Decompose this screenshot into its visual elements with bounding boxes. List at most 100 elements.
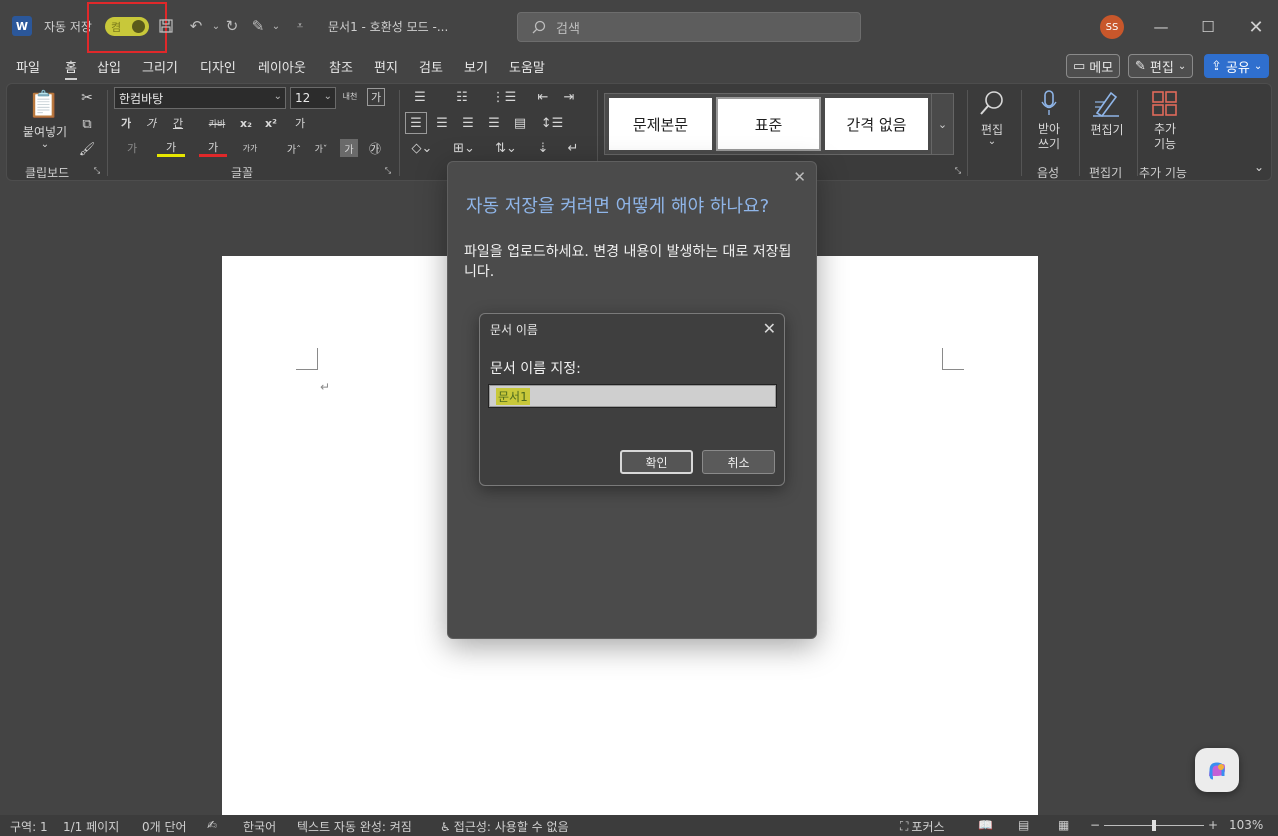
editor-button-label[interactable]: 편집기 <box>1085 122 1129 137</box>
format-painter-icon[interactable]: 🖌 <box>77 139 97 159</box>
enclose-characters-button[interactable]: ㉮ <box>366 139 384 157</box>
subscript-button[interactable]: x₂ <box>235 114 257 132</box>
tab-insert[interactable]: 삽입 <box>97 57 121 76</box>
proofing-icon[interactable]: ✍ <box>207 818 217 832</box>
align-center-icon[interactable]: ☰ <box>431 112 453 134</box>
line-spacing-icon[interactable]: ↕☰ <box>537 112 567 134</box>
bullets-icon[interactable]: ☰ <box>405 88 435 106</box>
style-tile[interactable]: 간격 없음 <box>825 98 928 150</box>
maximize-icon[interactable]: ☐ <box>1195 14 1221 40</box>
zoom-in-icon[interactable]: + <box>1208 818 1218 832</box>
section-indicator[interactable]: 구역: 1 <box>10 818 48 835</box>
tab-review[interactable]: 검토 <box>419 57 443 76</box>
editing-mode-button[interactable]: ✎ 편집 ⌄ <box>1128 54 1194 78</box>
format-dropdown-icon[interactable]: ⌄ <box>266 16 286 36</box>
grow-font-button[interactable]: 가ˆ <box>283 139 305 157</box>
tab-view[interactable]: 보기 <box>464 57 488 76</box>
find-icon[interactable] <box>977 88 1007 118</box>
styles-more-icon[interactable]: ⌄ <box>931 94 953 154</box>
ok-button[interactable]: 확인 <box>620 450 693 474</box>
font-size-select[interactable]: 12 ⌄ <box>290 87 336 109</box>
underline-button[interactable]: 간 <box>167 114 189 132</box>
undo-icon[interactable]: ↶ <box>186 16 206 36</box>
tab-references[interactable]: 참조 <box>329 57 353 76</box>
cut-icon[interactable]: ✂ <box>77 88 97 108</box>
style-tile[interactable]: 문제본문 <box>609 98 712 150</box>
user-avatar[interactable]: SS <box>1100 15 1124 39</box>
read-mode-icon[interactable]: 📖 <box>978 818 993 832</box>
tab-design[interactable]: 디자인 <box>200 57 236 76</box>
accessibility-status[interactable]: ♿ 접근성: 사용할 수 없음 <box>440 818 569 835</box>
cancel-button[interactable]: 취소 <box>702 450 775 474</box>
align-left-icon[interactable]: ☰ <box>405 112 427 134</box>
tab-mailings[interactable]: 편지 <box>374 57 398 76</box>
copilot-button[interactable] <box>1195 748 1239 792</box>
numbering-icon[interactable]: ☷ <box>447 88 477 106</box>
font-name-select[interactable]: 한컴바탕 ⌄ <box>114 87 286 109</box>
web-layout-icon[interactable]: ▦ <box>1058 818 1069 832</box>
justify-icon[interactable]: ☰ <box>483 112 505 134</box>
dialog-launcher-icon[interactable]: ⤡ <box>92 166 102 176</box>
show-marks-icon[interactable]: ↵ <box>563 139 583 157</box>
addins-icon[interactable] <box>1151 90 1179 118</box>
microphone-icon[interactable] <box>1037 88 1061 118</box>
multilevel-list-icon[interactable]: ⋮☰ <box>489 88 519 106</box>
italic-button[interactable]: 가 <box>142 114 160 132</box>
chevron-down-icon[interactable]: ⌄ <box>985 136 999 147</box>
format-painter-icon[interactable]: ✎ <box>248 16 268 36</box>
customize-toolbar-icon[interactable]: ⩡ <box>290 16 310 36</box>
word-count[interactable]: 0개 단어 <box>142 818 187 835</box>
style-tile[interactable]: 표준 <box>716 97 821 151</box>
text-prediction-status[interactable]: 텍스트 자동 완성: 켜짐 <box>297 818 412 835</box>
decrease-indent-icon[interactable]: ⇤ <box>533 88 553 106</box>
borders-icon[interactable]: ⊞⌄ <box>447 139 481 157</box>
share-button[interactable]: ⇪ 공유 ⌄ <box>1204 54 1270 78</box>
tab-home[interactable]: 홈 <box>65 57 77 80</box>
clear-formatting-button[interactable]: 가 <box>289 114 311 132</box>
page-indicator[interactable]: 1/1 페이지 <box>63 818 119 835</box>
paste-button-label[interactable]: 붙여넣기 <box>17 124 73 139</box>
character-shading-button[interactable]: 가 <box>340 139 358 157</box>
paste-icon[interactable]: 📋 <box>27 88 61 122</box>
tab-draw[interactable]: 그리기 <box>142 57 178 76</box>
shrink-font-button[interactable]: 가ˇ <box>310 139 332 157</box>
paste-dropdown-icon[interactable]: ⌄ <box>35 139 55 150</box>
editing-label[interactable]: 편집 <box>972 122 1012 137</box>
superscript-button[interactable]: x² <box>260 114 282 132</box>
memo-button[interactable]: ▭ 메모 <box>1066 54 1121 78</box>
focus-button[interactable]: ⛶ 포커스 <box>900 818 945 835</box>
distributed-icon[interactable]: ▤ <box>509 112 531 134</box>
tab-help[interactable]: 도움말 <box>509 57 545 76</box>
addins-button-label[interactable]: 추가 기능 <box>1145 122 1185 152</box>
align-right-icon[interactable]: ☰ <box>457 112 479 134</box>
dialog-launcher-icon[interactable]: ⤡ <box>383 166 393 176</box>
text-effects-button[interactable]: 가 <box>117 139 147 157</box>
character-border-button[interactable]: 가 <box>367 88 385 106</box>
sort-icon[interactable]: ⇣ <box>533 139 553 157</box>
redo-icon[interactable]: ↻ <box>222 16 242 36</box>
font-color-button[interactable]: 가 <box>199 139 227 157</box>
language-indicator[interactable]: 한국어 <box>243 818 276 835</box>
editor-icon[interactable] <box>1091 88 1121 118</box>
character-spacing-button[interactable]: 가가 <box>237 139 263 157</box>
save-icon[interactable] <box>156 16 176 36</box>
tab-layout[interactable]: 레이아웃 <box>258 57 306 76</box>
text-direction-icon[interactable]: ⇅⌄ <box>489 139 523 157</box>
zoom-slider-thumb[interactable] <box>1152 820 1156 831</box>
minimize-icon[interactable]: — <box>1148 14 1174 40</box>
dialog-launcher-icon[interactable]: ⤡ <box>953 166 963 176</box>
strikethrough-button[interactable]: 카바 <box>205 114 229 132</box>
zoom-out-icon[interactable]: − <box>1090 818 1100 832</box>
collapse-ribbon-icon[interactable]: ⌄ <box>1251 160 1267 174</box>
highlight-color-button[interactable]: 가 <box>157 139 185 157</box>
increase-indent-icon[interactable]: ⇥ <box>559 88 579 106</box>
shading-icon[interactable]: ◇⌄ <box>405 139 439 157</box>
document-name-input[interactable]: 문서1 <box>488 384 777 408</box>
print-layout-icon[interactable]: ▤ <box>1018 818 1029 832</box>
close-icon[interactable]: ✕ <box>763 319 776 338</box>
bold-button[interactable]: 가 <box>117 114 135 132</box>
dictate-button-label[interactable]: 받아 쓰기 <box>1029 122 1069 152</box>
close-icon[interactable]: ✕ <box>1243 14 1269 40</box>
search-box[interactable]: 검색 <box>517 12 861 42</box>
phonetic-guide-button[interactable]: 내천 <box>340 88 360 106</box>
